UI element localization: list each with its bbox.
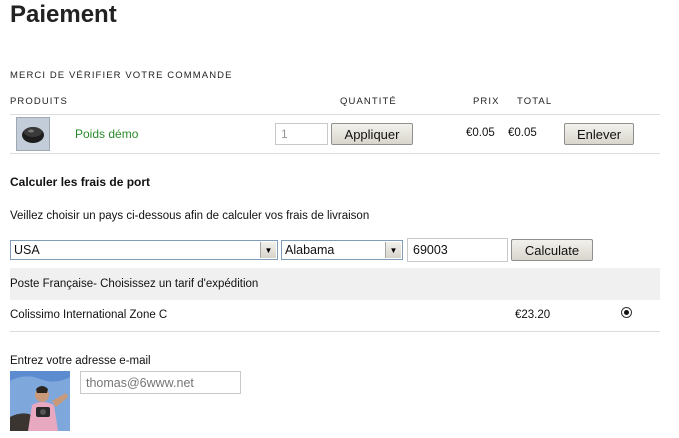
- shipping-option-price: €23.20: [515, 309, 551, 321]
- state-value: Alabama: [285, 243, 335, 257]
- product-name-link[interactable]: Poids démo: [75, 127, 138, 141]
- person-photo-icon: [10, 371, 70, 431]
- product-thumbnail[interactable]: [16, 117, 50, 151]
- state-select[interactable]: Alabama ▼: [281, 240, 403, 260]
- apply-button[interactable]: Appliquer: [331, 123, 413, 145]
- column-price: PRIX: [473, 96, 500, 107]
- column-quantity: QUANTITÉ: [340, 96, 397, 107]
- quantity-input[interactable]: [275, 123, 328, 145]
- chevron-down-icon: ▼: [260, 242, 276, 258]
- column-products: PRODUITS: [10, 96, 68, 107]
- chevron-down-icon: ▼: [385, 242, 401, 258]
- email-label: Entrez votre adresse e-mail: [10, 355, 151, 367]
- shipping-divider: [10, 331, 660, 332]
- avatar: [10, 371, 70, 431]
- shipping-option-name: Colissimo International Zone C: [10, 309, 168, 321]
- calculate-button[interactable]: Calculate: [511, 239, 593, 261]
- shipping-option-radio[interactable]: [621, 307, 632, 318]
- item-price: €0.05: [466, 127, 495, 139]
- carrier-note: Poste Française- Choisissez un tarif d'e…: [10, 278, 259, 290]
- column-total: TOTAL: [517, 96, 553, 107]
- table-header-divider: [10, 114, 660, 115]
- item-row-divider: [10, 153, 660, 154]
- shipping-instruction: Veillez choisir un pays ci-dessous afin …: [10, 210, 370, 222]
- country-select[interactable]: USA ▼: [10, 240, 278, 260]
- email-input[interactable]: [80, 371, 241, 394]
- zip-input[interactable]: [407, 238, 508, 262]
- shipping-heading: Calculer les frais de port: [10, 175, 151, 189]
- item-total: €0.05: [508, 127, 537, 139]
- order-heading: MERCI DE VÉRIFIER VOTRE COMMANDE: [10, 70, 233, 81]
- weight-image: [17, 118, 49, 150]
- remove-button[interactable]: Enlever: [564, 123, 634, 145]
- country-value: USA: [14, 243, 40, 257]
- page-title: Paiement: [10, 1, 117, 28]
